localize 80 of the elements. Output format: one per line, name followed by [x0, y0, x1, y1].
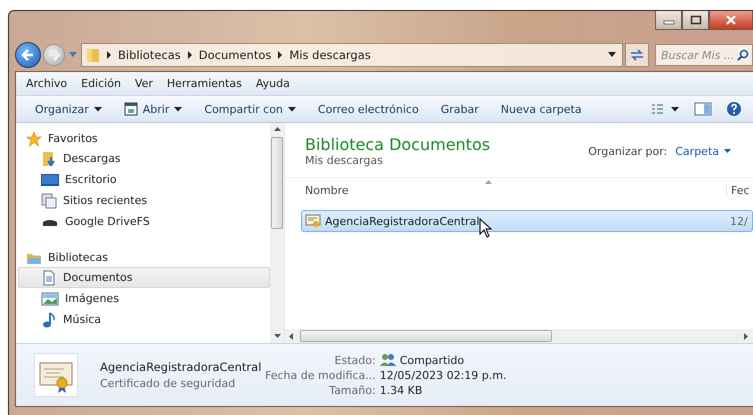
chevron-icon [106, 51, 112, 59]
pictures-icon [41, 292, 59, 306]
sidebar-group[interactable]: Bibliotecas [16, 248, 270, 267]
users-icon [380, 353, 396, 367]
caret-icon [94, 106, 102, 112]
minimize-button[interactable] [655, 11, 682, 30]
refresh-button[interactable] [625, 43, 649, 67]
search-icon [737, 49, 749, 61]
document-icon [41, 270, 57, 286]
sidebar-item[interactable]: Imágenes [18, 288, 270, 309]
downloads-folder-icon [41, 150, 57, 166]
scroll-thumb[interactable] [300, 330, 552, 342]
toolbar-button[interactable]: Compartir con [195, 102, 305, 116]
sidebar-item[interactable]: Descargas [18, 148, 270, 169]
arrange-by-dropdown[interactable]: Carpeta [675, 144, 731, 158]
sidebar-item[interactable]: Música [18, 309, 270, 330]
property-value: 12/05/2023 02:19 p.m. [380, 369, 506, 382]
close-button[interactable] [709, 11, 753, 30]
toolbar-button[interactable]: Correo electrónico [308, 102, 428, 116]
breadcrumb[interactable]: Bibliotecas [118, 48, 181, 62]
horizontal-scrollbar[interactable] [285, 329, 753, 343]
scroll-thumb[interactable] [271, 137, 283, 229]
caret-icon [174, 106, 182, 112]
breadcrumb[interactable]: Documentos [198, 48, 272, 62]
folder-icon [86, 47, 100, 63]
file-type: Certificado de seguridad [100, 377, 236, 390]
date-cell-text: 12/ [729, 214, 749, 228]
menu-item[interactable]: Herramientas [166, 77, 242, 90]
property-label: Fecha de modifica... [265, 369, 376, 382]
sidebar-item[interactable]: Sitios recientes [18, 190, 270, 211]
sidebar-item[interactable]: Google DriveFS [18, 211, 270, 232]
menu-item[interactable]: Ayuda [256, 77, 290, 90]
library-subtitle: Mis descargas [305, 154, 384, 167]
arrange-by-label: Organizar por: [588, 144, 668, 158]
property-label: Estado: [334, 354, 376, 366]
back-button[interactable] [15, 42, 41, 68]
toolbar-button[interactable]: Grabar [432, 102, 488, 116]
caret-icon [288, 106, 296, 112]
toolbar-button[interactable]: Nueva carpeta [492, 102, 591, 116]
toolbar-button[interactable]: Organizar [26, 102, 111, 116]
column-header[interactable]: Fec [726, 184, 753, 196]
music-note-icon [41, 312, 57, 328]
property-value: 1.34 KB [380, 384, 422, 397]
property-label: Tamaño: [328, 384, 376, 397]
column-header[interactable]: Nombre [285, 184, 726, 196]
recent-places-icon [41, 192, 57, 208]
caret-icon [724, 148, 731, 154]
scroll-right-icon [744, 332, 749, 340]
sidebar-item[interactable]: Escritorio [18, 169, 270, 190]
file-name: AgenciaRegistradoraCentral [325, 214, 480, 228]
vertical-scrollbar[interactable] [270, 123, 284, 343]
star-icon [26, 130, 42, 146]
sidebar-item[interactable]: Documentos [18, 267, 270, 288]
dropdown-caret-icon[interactable] [608, 52, 616, 58]
scroll-down-icon [274, 334, 280, 339]
maximize-button[interactable] [682, 11, 709, 30]
calendar-icon [124, 102, 138, 116]
breadcrumb[interactable]: Mis descargas [289, 48, 371, 62]
chevron-icon [277, 51, 284, 59]
address-bar[interactable]: Bibliotecas Documentos Mis descargas [81, 43, 623, 67]
chevron-icon [186, 51, 193, 59]
scroll-left-icon [289, 332, 294, 340]
certificate-icon [305, 214, 321, 228]
close-icon [725, 15, 737, 25]
menu-item[interactable]: Archivo [26, 77, 68, 90]
search-field[interactable]: Buscar Mis ... [655, 44, 753, 66]
menu-item[interactable]: Ver [134, 77, 153, 90]
sort-arrow-icon [485, 180, 492, 184]
library-title: Biblioteca Documentos [305, 135, 490, 154]
refresh-icon [629, 48, 645, 62]
certificate-icon [34, 353, 78, 397]
menu-item[interactable]: Edición [81, 77, 121, 90]
scroll-up-icon [274, 127, 280, 132]
toolbar-button[interactable]: Abrir [114, 102, 192, 116]
desktop-icon [41, 172, 59, 186]
property-value: Compartido [400, 354, 464, 366]
sidebar-group[interactable]: Favoritos [16, 129, 270, 148]
mouse-cursor-icon [479, 218, 494, 238]
file-name: AgenciaRegistradoraCentral [100, 360, 262, 374]
maximize-icon [690, 15, 702, 25]
